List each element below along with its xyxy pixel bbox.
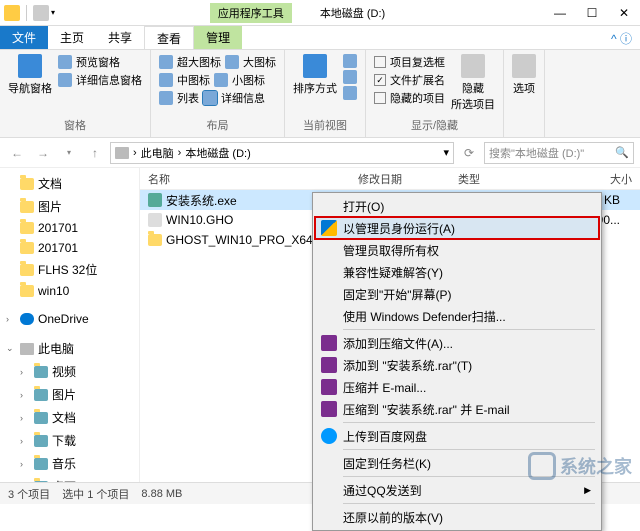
search-input[interactable]: 搜索"本地磁盘 (D:)" 🔍 [484,142,634,164]
tab-file[interactable]: 文件 [0,26,48,49]
ctx-run-as-admin[interactable]: 以管理员身份运行(A) [315,217,599,239]
ctx-qq[interactable]: 通过QQ发送到▶ [315,479,599,501]
qat-dropdown-icon[interactable]: ▾ [51,8,55,17]
tab-manage[interactable]: 管理 [194,26,242,49]
rar-icon [321,379,337,395]
ctx-take-ownership[interactable]: 管理员取得所有权 [315,239,599,261]
back-button[interactable]: ← [6,142,28,164]
layout-xl[interactable]: 超大图标 大图标 [159,54,276,70]
context-menu: 打开(O) 以管理员身份运行(A) 管理员取得所有权 兼容性疑难解答(Y) 固定… [312,192,602,531]
layout-list[interactable]: 列表 详细信息 [159,90,276,106]
ribbon-group-showhide: 显示/隐藏 [411,115,458,133]
chevron-right-icon: ▶ [584,485,591,496]
forward-button[interactable]: → [32,142,54,164]
tab-share[interactable]: 共享 [96,26,144,49]
minimize-button[interactable]: — [544,0,576,26]
ribbon-group-panes: 窗格 [64,115,86,133]
col-date: 修改日期 [350,171,450,187]
tree-201701a[interactable]: 201701 [0,218,139,238]
rar-icon [321,357,337,373]
tree-flhs[interactable]: FLHS 32位 [0,258,139,281]
file-ext-toggle[interactable]: ✓文件扩展名 [374,72,445,88]
nav-pane-icon [18,54,42,78]
nav-pane-button[interactable]: 导航窗格 [8,54,52,96]
tree-desktop[interactable]: ›桌面 [0,475,139,482]
qat-item[interactable] [33,5,49,21]
col-name: 名称 [140,171,350,187]
ctx-pin-start[interactable]: 固定到"开始"屏幕(P) [315,283,599,305]
refresh-button[interactable]: ⟳ [458,142,480,164]
ctx-restore[interactable]: 还原以前的版本(V) [315,506,599,528]
tree-downloads[interactable]: ›下载 [0,429,139,452]
layout-m[interactable]: 中图标 小图标 [159,72,276,88]
ctx-troubleshoot[interactable]: 兼容性疑难解答(Y) [315,261,599,283]
ribbon-group-view: 当前视图 [303,115,347,133]
tree-onedrive[interactable]: ›OneDrive [0,309,139,329]
nav-tree[interactable]: 文档 图片 201701 201701 FLHS 32位 win10 ›OneD… [0,168,140,482]
up-button[interactable]: ↑ [84,142,106,164]
ctx-add-archive[interactable]: 添加到压缩文件(A)... [315,332,599,354]
tree-documents[interactable]: 文档 [0,172,139,195]
addr-dropdown-icon[interactable]: ▾ [443,146,449,159]
address-bar[interactable]: ›此电脑›本地磁盘 (D:) ▾ [110,142,454,164]
exe-icon [148,193,162,207]
watermark-logo-icon [528,452,556,480]
tab-view[interactable]: 查看 [144,26,194,49]
tree-201701b[interactable]: 201701 [0,238,139,258]
ribbon-group-layout: 布局 [207,115,229,133]
tree-win10[interactable]: win10 [0,281,139,301]
hide-selected-button[interactable]: 隐藏 所选项目 [451,54,495,112]
rar-icon [321,335,337,351]
tree-docs2[interactable]: ›文档 [0,406,139,429]
tab-home[interactable]: 主页 [48,26,96,49]
ctx-email[interactable]: 压缩并 E-mail... [315,376,599,398]
preview-pane-button[interactable]: 预览窗格 [58,54,142,70]
tree-thispc[interactable]: ⌄此电脑 [0,337,139,360]
ctx-open[interactable]: 打开(O) [315,195,599,217]
maximize-button[interactable]: ☐ [576,0,608,26]
ctx-email-rar[interactable]: 压缩到 "安装系统.rar" 并 E-mail [315,398,599,420]
title-context-tools: 应用程序工具 [210,3,292,23]
ctx-add-rar[interactable]: 添加到 "安装系统.rar"(T) [315,354,599,376]
tree-music[interactable]: ›音乐 [0,452,139,475]
cloud-icon [321,428,337,444]
ribbon-help-icon[interactable]: ^ ⓘ [603,26,640,49]
options-button[interactable]: 选项 [512,54,536,96]
drive-icon [115,147,129,159]
sort-icon [303,54,327,78]
details-pane-button[interactable]: 详细信息窗格 [58,72,142,88]
tree-videos[interactable]: ›视频 [0,360,139,383]
hide-icon [461,54,485,78]
hidden-items-toggle[interactable]: 隐藏的项目 [374,90,445,106]
folder-icon [148,234,162,246]
col-type: 类型 [450,171,540,187]
shield-icon [321,220,337,236]
ctx-defender[interactable]: 使用 Windows Defender扫描... [315,305,599,327]
options-icon [512,54,536,78]
folder-app-icon [4,5,20,21]
close-button[interactable]: ✕ [608,0,640,26]
file-icon [148,213,162,227]
window-title: 本地磁盘 (D:) [312,3,393,23]
search-icon: 🔍 [615,146,629,159]
col-size: 大小 [540,171,640,187]
sort-button[interactable]: 排序方式 [293,54,337,96]
watermark: 系统之家 [528,452,632,480]
rar-icon [321,401,337,417]
ctx-baidu[interactable]: 上传到百度网盘 [315,425,599,447]
status-selected: 选中 1 个项目 [62,486,129,502]
status-size: 8.88 MB [141,488,182,500]
tree-pictures[interactable]: 图片 [0,195,139,218]
column-headers[interactable]: 名称 修改日期 类型 大小 [140,168,640,190]
item-checkboxes-toggle[interactable]: 项目复选框 [374,54,445,70]
status-count: 3 个项目 [8,486,50,502]
history-dropdown[interactable]: ▾ [58,142,80,164]
tree-pics2[interactable]: ›图片 [0,383,139,406]
